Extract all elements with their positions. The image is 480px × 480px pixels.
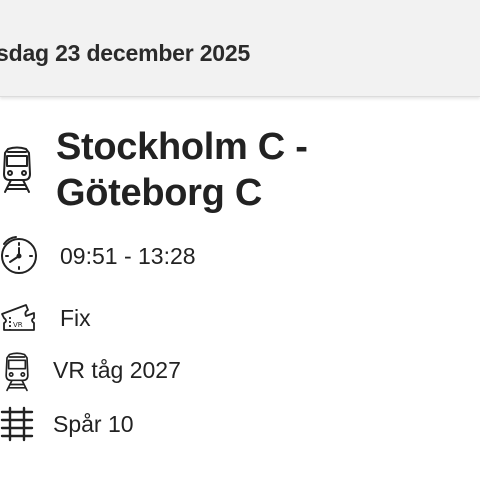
track-number: Spår 10 bbox=[53, 411, 134, 437]
svg-text:VR: VR bbox=[13, 321, 23, 329]
train-icon bbox=[2, 352, 32, 392]
ticket-type: Fix bbox=[60, 305, 91, 331]
header-date: sdag 23 december 2025 bbox=[0, 40, 251, 66]
clock-icon bbox=[0, 234, 40, 276]
route-title: Stockholm C - Göteborg C bbox=[56, 126, 308, 214]
train-icon bbox=[0, 146, 34, 194]
track-icon bbox=[0, 406, 34, 442]
trip-time: 09:51 - 13:28 bbox=[60, 243, 196, 269]
date-header: sdag 23 december 2025 bbox=[0, 0, 480, 97]
train-number: VR tåg 2027 bbox=[53, 357, 181, 383]
ticket-icon: VR bbox=[0, 302, 36, 334]
